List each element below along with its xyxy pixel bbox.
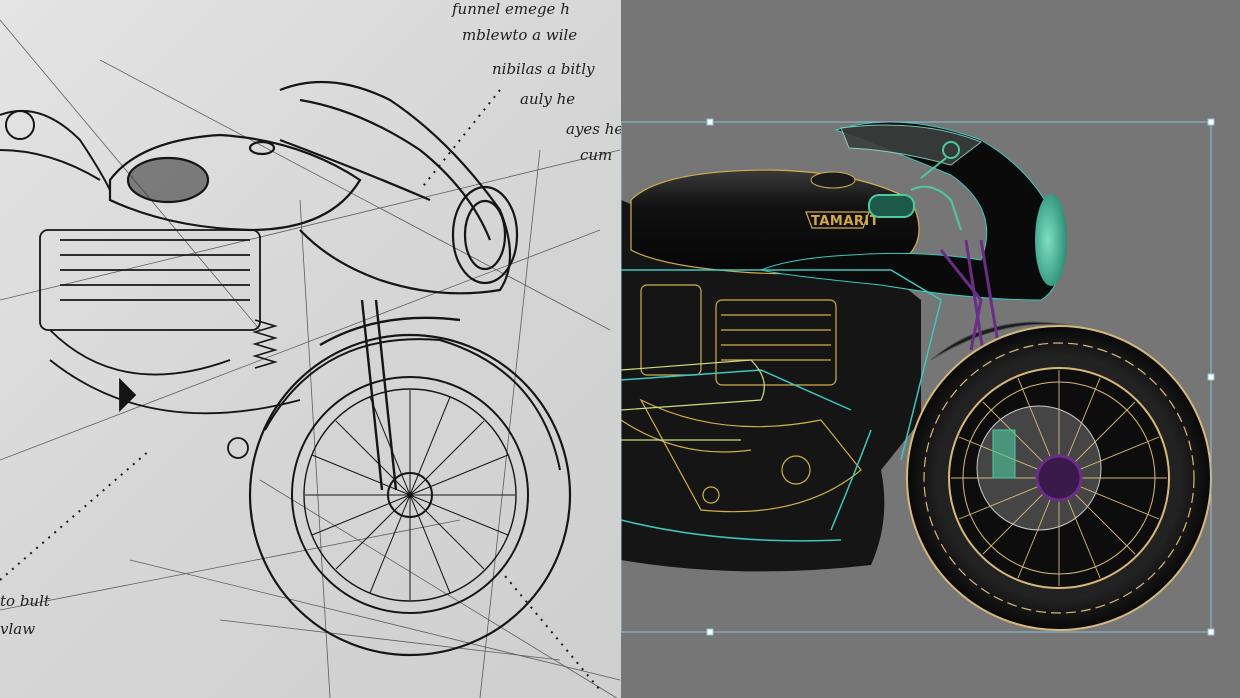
wheel-hub: [1035, 454, 1083, 502]
selection-handle[interactable]: [706, 118, 714, 126]
selection-handle[interactable]: [1207, 373, 1215, 381]
fuel-cap: [810, 171, 856, 189]
ink-sketch-panel: funnel emege h mblewto a wile nibilas a …: [0, 0, 621, 698]
margin-note: mblewto a wile: [462, 26, 577, 44]
motorcycle-vector-drawing: TAMARIT: [621, 118, 1215, 636]
margin-note: auly he: [520, 90, 575, 108]
margin-note: funnel emege h: [451, 0, 570, 18]
brand-badge-text: TAMARIT: [811, 214, 879, 229]
sketch-engine: [39, 229, 301, 459]
comparison-stage: funnel emege h mblewto a wile nibilas a …: [0, 0, 1240, 698]
sketch-fork: [319, 299, 461, 491]
sketch-tank: [108, 133, 362, 232]
selection-handle[interactable]: [706, 628, 714, 636]
margin-notes: funnel emege h mblewto a wile nibilas a …: [0, 0, 621, 638]
motorcycle-sketch-drawing: funnel emege h mblewto a wile nibilas a …: [0, 0, 621, 698]
margin-note: vlaw: [0, 620, 35, 638]
margin-note: cum: [580, 146, 612, 164]
selection-handle[interactable]: [1207, 118, 1215, 126]
sketch-front-wheel: [248, 333, 572, 657]
vector-render-panel: TAMARIT: [621, 0, 1240, 698]
brake-caliper: [992, 429, 1016, 479]
margin-note: nibilas a bitly: [492, 60, 595, 78]
margin-note: to bult: [0, 592, 51, 610]
front-wheel: [906, 325, 1212, 631]
dotted-guides: [0, 89, 601, 691]
sketch-tail: [0, 109, 111, 191]
headlamp: [1035, 194, 1067, 286]
selection-handle[interactable]: [1207, 628, 1215, 636]
construction-lines: [0, 19, 621, 698]
margin-note: ayes he: [566, 120, 621, 138]
